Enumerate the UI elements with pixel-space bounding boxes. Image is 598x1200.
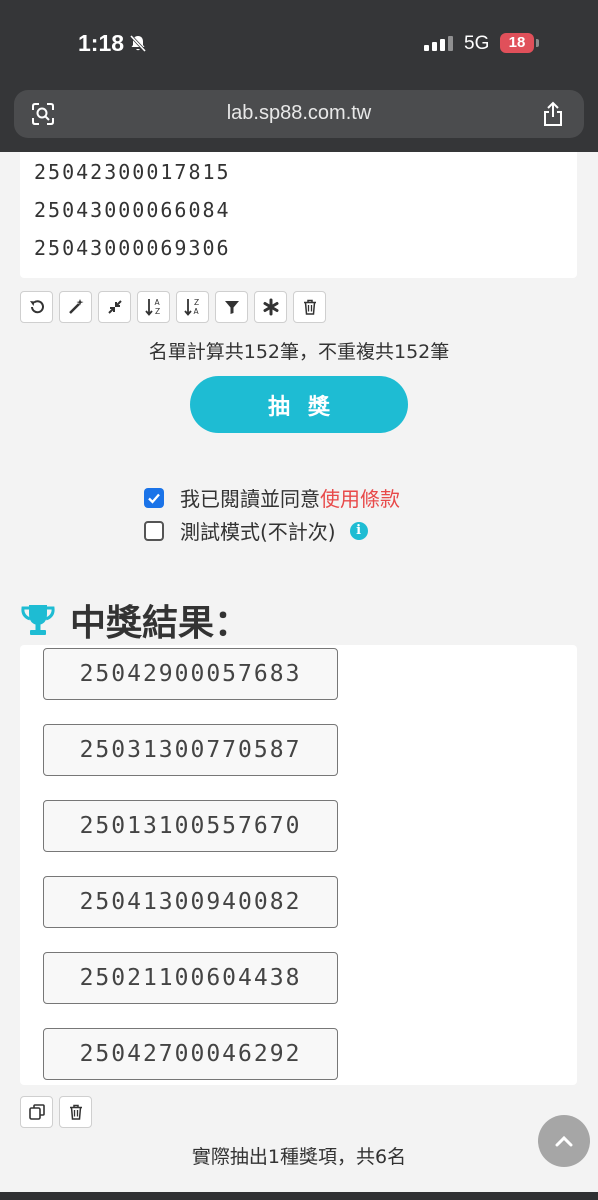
info-icon[interactable]: i (349, 521, 368, 540)
copy-results-button[interactable] (20, 1096, 53, 1128)
results-title: 中獎結果： (70, 603, 251, 644)
filter-icon (224, 301, 239, 314)
entry-count-text: 名單計算共152筆，不重複共152筆 (148, 341, 450, 363)
draw-summary-text: 實際抽出1種獎項，共6名 (191, 1146, 407, 1168)
test-mode-label: 測試模式(不計次) (180, 520, 336, 544)
trash-icon (303, 299, 316, 315)
browser-chrome: 1:18 5G 18 lab.sp88.com.tw (0, 0, 598, 152)
bell-off-icon (129, 34, 147, 53)
chevron-up-icon (555, 1135, 573, 1147)
battery-nub (536, 39, 539, 47)
svg-text:Z: Z (155, 307, 160, 316)
list-line: 25043000069306 (34, 236, 231, 260)
collapse-icon (107, 300, 122, 314)
checkmark-icon (148, 493, 160, 504)
scroll-to-top-button[interactable] (538, 1115, 590, 1167)
signal-icon (424, 36, 453, 51)
agree-terms-checkbox[interactable] (144, 487, 164, 508)
asterisk-icon (263, 298, 278, 316)
list-line: 25042300017815 (34, 160, 231, 184)
magic-wand-icon (68, 299, 83, 314)
compress-button[interactable] (98, 291, 131, 323)
svg-text:A: A (154, 298, 160, 307)
draw-button[interactable]: 抽獎 (190, 376, 408, 433)
filter-button[interactable] (215, 291, 248, 323)
clear-results-button[interactable] (59, 1096, 92, 1128)
share-icon[interactable] (540, 100, 566, 128)
undo-button[interactable] (20, 291, 53, 323)
sort-asc-icon: A Z (144, 298, 160, 316)
address-bar[interactable]: lab.sp88.com.tw (14, 90, 584, 138)
svg-text:A: A (193, 307, 199, 316)
results-toolbar (20, 1096, 92, 1128)
sort-desc-icon: Z A (183, 298, 199, 316)
list-line: 25043000066084 (34, 198, 231, 222)
agree-terms-row: 我已閱讀並同意 使用條款 (144, 483, 400, 512)
test-mode-row: 測試模式(不計次) i (144, 516, 368, 545)
winner-entry: 25031300770587 (43, 724, 338, 776)
svg-text:Z: Z (194, 298, 199, 307)
trophy-icon (21, 605, 55, 635)
results-panel: 25042900057683 25031300770587 2501310055… (20, 645, 577, 1085)
clear-list-button[interactable] (293, 291, 326, 323)
results-heading: 中獎結果： (20, 594, 250, 646)
status-time: 1:18 (78, 30, 125, 56)
network-type: 5G (464, 33, 490, 54)
copy-icon (28, 1104, 45, 1120)
battery-indicator: 18 (500, 33, 534, 53)
asterisk-button[interactable] (254, 291, 287, 323)
winner-entry: 25042700046292 (43, 1028, 338, 1080)
winner-entry: 25021100604438 (43, 952, 338, 1004)
magic-wand-button[interactable] (59, 291, 92, 323)
agree-terms-label: 我已閱讀並同意 (180, 487, 320, 511)
test-mode-checkbox[interactable] (144, 520, 164, 541)
undo-icon (29, 300, 44, 314)
sort-desc-button[interactable]: Z A (176, 291, 209, 323)
list-toolbar: A Z Z A (20, 291, 326, 323)
sort-asc-button[interactable]: A Z (137, 291, 170, 323)
name-list-textarea[interactable]: 25042300017815 25043000066084 2504300006… (20, 152, 577, 278)
terms-of-use-link[interactable]: 使用條款 (320, 483, 400, 512)
url-text[interactable]: lab.sp88.com.tw (14, 102, 584, 125)
winner-entry: 25013100557670 (43, 800, 338, 852)
winner-entry: 25041300940082 (43, 876, 338, 928)
winner-entry: 25042900057683 (43, 648, 338, 700)
trash-icon (69, 1104, 82, 1120)
bottom-toolbar-edge (0, 1192, 598, 1200)
